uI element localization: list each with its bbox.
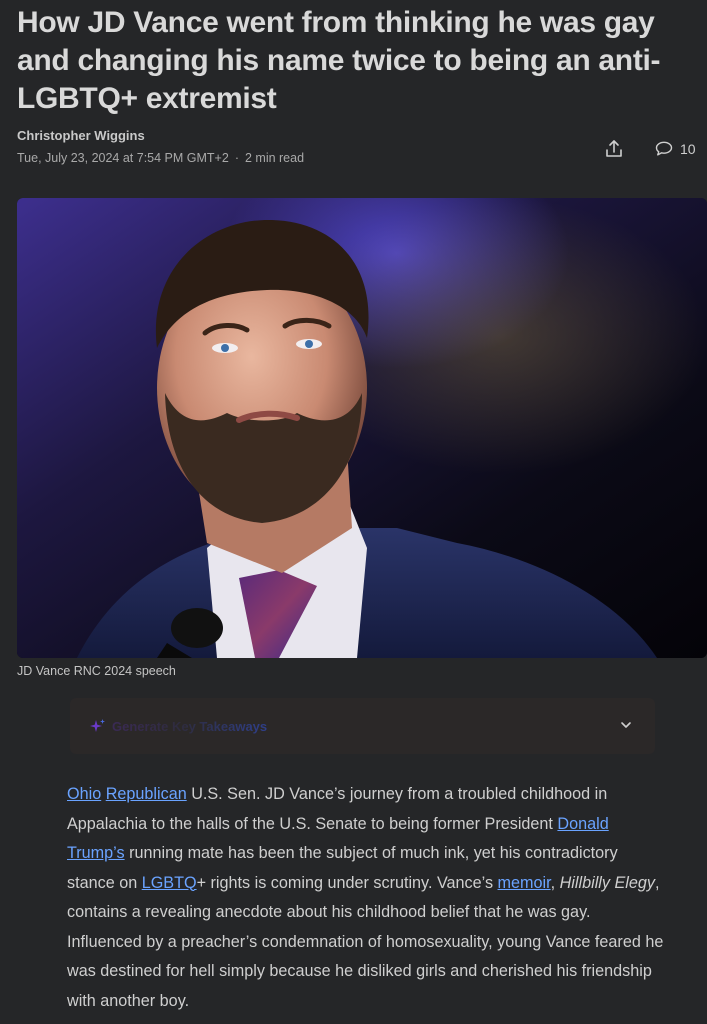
read-time: 2 min read	[244, 151, 305, 165]
publish-date: Tue, July 23, 2024 at 7:54 PM GMT+2	[17, 151, 229, 165]
share-icon	[606, 140, 622, 157]
link-lgbtq[interactable]: LGBTQ	[142, 874, 197, 892]
comments-button[interactable]: 10	[654, 138, 696, 160]
body-text-4: ,	[550, 873, 560, 892]
author-name[interactable]: Christopher Wiggins	[17, 128, 145, 143]
image-caption: JD Vance RNC 2024 speech	[17, 664, 176, 678]
book-title: Hillbilly Elegy	[559, 873, 655, 892]
article-meta: Tue, July 23, 2024 at 7:54 PM GMT+2 · 2 mi…	[17, 151, 304, 165]
comment-icon	[655, 141, 673, 156]
body-text-5: , contains a revealing anecdote about hi…	[67, 873, 664, 1010]
sparkle-icon	[90, 719, 105, 732]
article-headline: How JD Vance went from thinking he was g…	[17, 6, 661, 115]
key-takeaways-label: Generate Key Takeaways	[112, 718, 268, 734]
link-republican[interactable]: Republican	[106, 785, 187, 803]
link-memoir[interactable]: memoir	[498, 874, 551, 892]
key-takeaways-dropdown[interactable]: Generate Key Takeaways	[70, 698, 655, 754]
body-text-3: + rights is coming under scrutiny. Vance…	[196, 873, 498, 892]
article-photo	[17, 198, 707, 658]
comment-count: 10	[680, 141, 696, 157]
share-button[interactable]	[602, 137, 626, 161]
chevron-down-icon	[621, 722, 631, 728]
meta-separator: ·	[234, 151, 239, 165]
link-ohio[interactable]: Ohio	[67, 785, 101, 803]
article-body-paragraph: Ohio Republican U.S. Sen. JD Vance’s jou…	[67, 780, 667, 1016]
